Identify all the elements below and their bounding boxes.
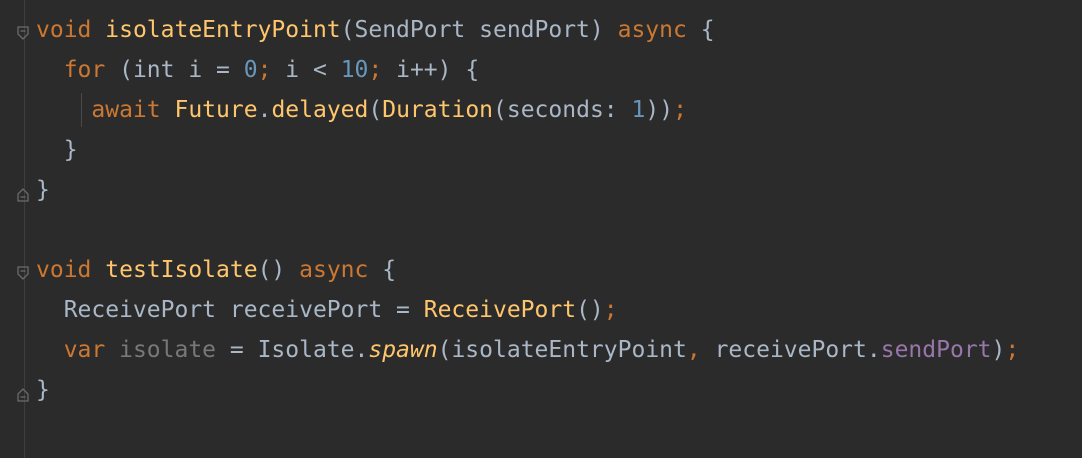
code-token: = Isolate. [216, 337, 369, 363]
code-token: void [36, 257, 106, 283]
code-token: Future [174, 97, 258, 123]
code-token: testIsolate [105, 257, 258, 283]
code-token: (seconds: [493, 97, 632, 123]
code-token: Duration [382, 97, 494, 123]
code-token: (int i = [105, 57, 244, 83]
code-line[interactable]: } [36, 370, 50, 410]
code-line[interactable]: void isolateEntryPoint(SendPort sendPort… [36, 10, 715, 50]
code-token: } [36, 177, 50, 203]
code-line[interactable]: } [36, 130, 78, 170]
code-token: void [36, 17, 106, 43]
code-token: 1 [631, 97, 646, 123]
code-token: } [36, 137, 78, 163]
code-token: async [617, 17, 687, 43]
code-token: isolateEntryPoint [105, 17, 341, 43]
code-token: () [576, 297, 604, 323]
code-editor[interactable]: void isolateEntryPoint(SendPort sendPort… [0, 0, 1082, 458]
code-token: . [257, 97, 272, 123]
code-token: delayed [271, 97, 369, 123]
code-token: i++) { [396, 57, 480, 83]
fold-open-icon[interactable] [16, 22, 30, 40]
code-token: receivePort. [714, 337, 881, 363]
code-token: 0 [243, 57, 258, 83]
code-token: ; [673, 97, 687, 123]
code-token: ; [603, 297, 618, 323]
code-line[interactable]: var isolate = Isolate.spawn(isolateEntry… [36, 330, 1020, 370]
code-token: async [299, 257, 369, 283]
code-token: ( [368, 97, 383, 123]
code-line[interactable]: await Future.delayed(Duration(seconds: 1… [36, 90, 687, 130]
code-token: ; [368, 57, 397, 83]
fold-open-icon[interactable] [16, 262, 30, 280]
code-line[interactable]: } [36, 170, 50, 210]
fold-close-icon[interactable] [16, 182, 30, 202]
code-line[interactable]: ReceivePort receivePort = ReceivePort(); [36, 290, 618, 330]
code-token: )) [645, 97, 674, 123]
code-token: ) [991, 337, 1006, 363]
code-token: { [368, 257, 397, 283]
code-token: ReceivePort receivePort = [36, 297, 424, 323]
code-token: , [686, 337, 715, 363]
code-token: isolate [119, 337, 217, 363]
fold-close-icon[interactable] [16, 382, 30, 402]
code-token: await [91, 97, 175, 123]
code-token: ; [1005, 337, 1020, 363]
code-token: var [63, 337, 120, 363]
code-token: { [686, 17, 715, 43]
code-token: (isolateEntryPoint [437, 337, 687, 363]
code-token: sendPort [880, 337, 992, 363]
code-line[interactable]: void testIsolate() async { [36, 250, 396, 290]
code-token: for [63, 57, 106, 83]
code-token: ReceivePort [423, 297, 577, 323]
code-token: 10 [340, 57, 369, 83]
code-token: () [257, 257, 300, 283]
code-token: i < [285, 57, 341, 83]
code-token: ; [257, 57, 286, 83]
code-token: (SendPort sendPort) [340, 17, 618, 43]
code-token: spawn [368, 337, 438, 363]
code-token: } [36, 377, 50, 403]
code-line[interactable]: for (int i = 0; i < 10; i++) { [36, 50, 479, 90]
